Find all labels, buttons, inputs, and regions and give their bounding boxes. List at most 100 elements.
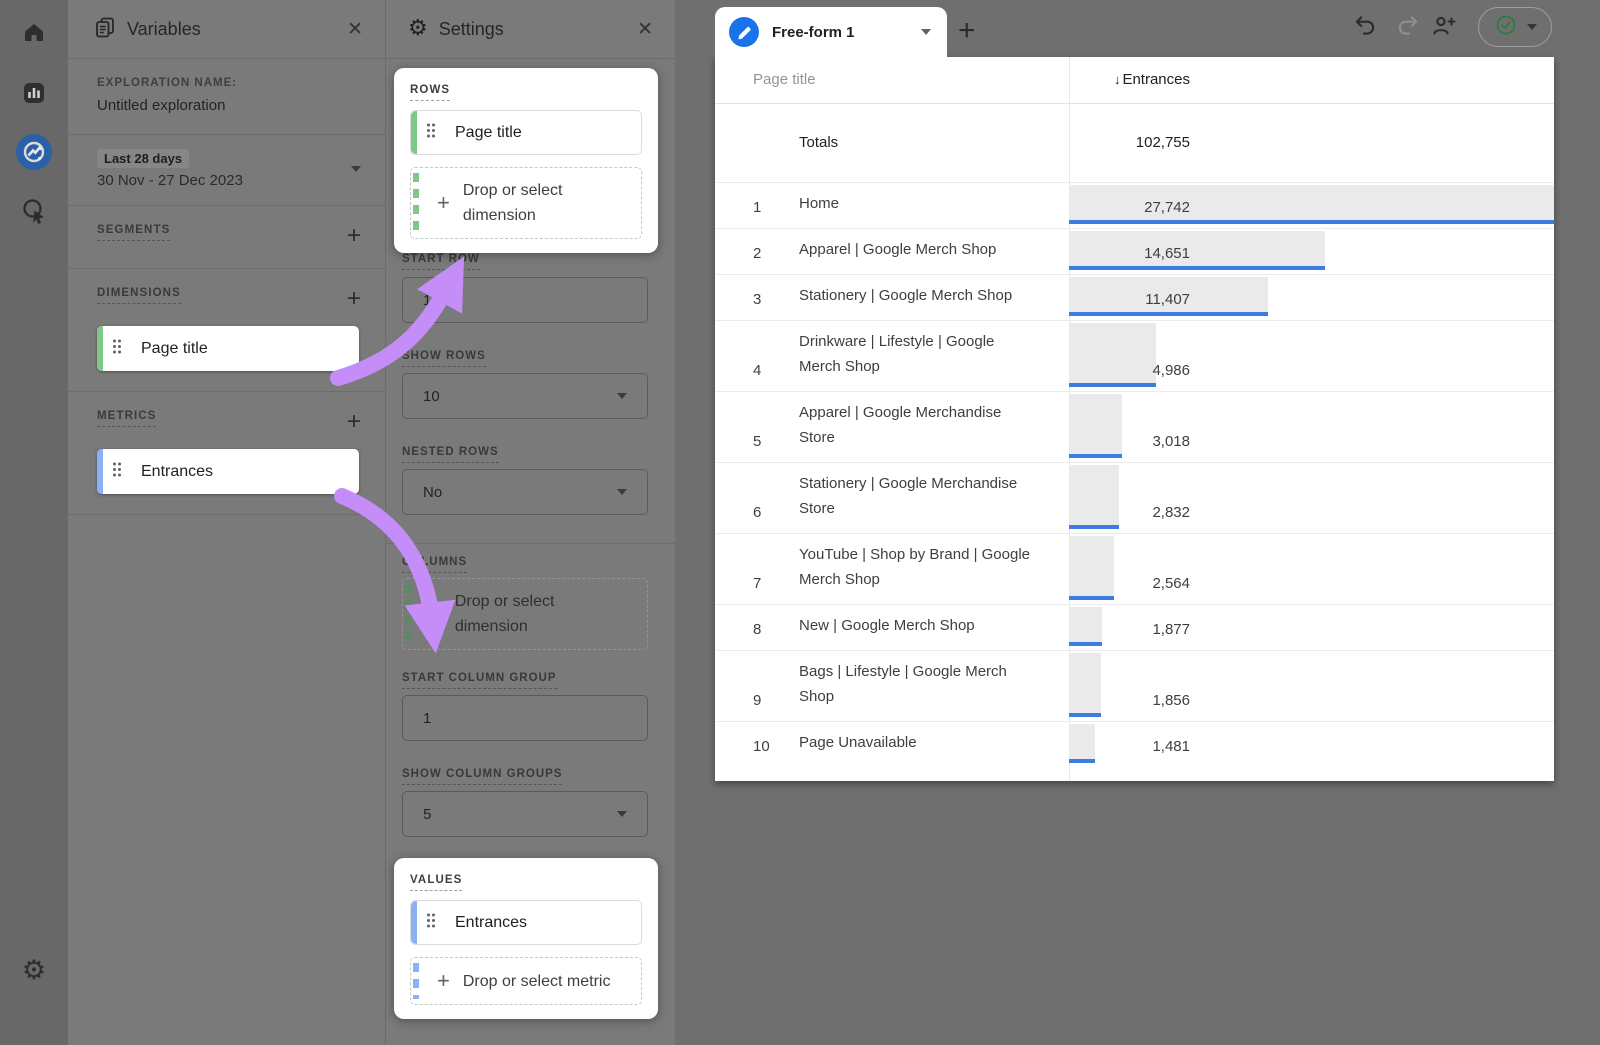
row-value: 1,877: [1152, 621, 1190, 638]
dropzone-color-bar: [413, 173, 419, 233]
dropzone-plus-icon: +: [437, 968, 450, 994]
saved-status-button[interactable]: [1478, 7, 1552, 47]
dimension-color-bar: [411, 111, 417, 154]
table-row[interactable]: 4 Drinkware | Lifestyle | Google Merch S…: [715, 320, 1554, 391]
nested-rows-select[interactable]: No: [402, 469, 648, 515]
tab-free-form-1[interactable]: Free-form 1: [715, 7, 947, 57]
row-value: 2,832: [1152, 504, 1190, 521]
show-column-groups-select[interactable]: 5: [402, 791, 648, 837]
table-row[interactable]: 5 Apparel | Google Merchandise Store 3,0…: [715, 391, 1554, 462]
metric-color-bar: [97, 449, 103, 494]
row-databar-underline: [1069, 642, 1102, 646]
drag-handle-icon[interactable]: [112, 461, 122, 482]
table-row[interactable]: 8 New | Google Merch Shop 1,877: [715, 604, 1554, 650]
drag-handle-icon[interactable]: [426, 912, 436, 933]
row-value: 2,564: [1152, 575, 1190, 592]
row-databar-underline: [1069, 312, 1268, 316]
row-databar: [1069, 465, 1119, 525]
add-metric-icon[interactable]: +: [347, 410, 361, 434]
row-rank: 5: [715, 433, 799, 450]
exploration-name-value[interactable]: Untitled exploration: [97, 97, 361, 114]
row-value: 27,742: [1144, 199, 1190, 216]
dropzone-color-bar: [405, 584, 411, 644]
dropzone-plus-icon: +: [437, 190, 450, 216]
ga4-explorations-screen: ⚙ Variables ✕ EXPLORATION NAME: Untitled…: [0, 0, 1600, 1045]
exploration-name-label: EXPLORATION NAME:: [97, 77, 361, 89]
saved-status-caret-icon: [1527, 24, 1537, 30]
rows-dimension-chip[interactable]: Page title: [410, 110, 642, 155]
row-title: Apparel | Google Merchandise Store: [799, 400, 1039, 450]
table-row[interactable]: 2 Apparel | Google Merch Shop 14,651: [715, 228, 1554, 274]
add-tab-button[interactable]: +: [958, 14, 976, 48]
table-row[interactable]: 9 Bags | Lifestyle | Google Merch Shop 1…: [715, 650, 1554, 721]
columns-dropzone[interactable]: + Drop or select dimension: [402, 578, 648, 650]
table-row[interactable]: 3 Stationery | Google Merch Shop 11,407: [715, 274, 1554, 320]
row-title: Bags | Lifestyle | Google Merch Shop: [799, 659, 1039, 709]
table-row[interactable]: 7 YouTube | Shop by Brand | Google Merch…: [715, 533, 1554, 604]
explore-icon[interactable]: [16, 134, 52, 170]
undo-icon[interactable]: [1352, 13, 1378, 44]
check-circle-icon: [1494, 13, 1518, 42]
start-row-input[interactable]: 1: [402, 277, 648, 323]
exploration-name-section[interactable]: EXPLORATION NAME: Untitled exploration: [68, 59, 385, 135]
date-range-value: 30 Nov - 27 Dec 2023: [97, 172, 243, 189]
variables-close-icon[interactable]: ✕: [347, 18, 363, 41]
advertising-icon[interactable]: [20, 197, 48, 225]
row-title: YouTube | Shop by Brand | Google Merch S…: [799, 542, 1039, 592]
start-column-group-input[interactable]: 1: [402, 695, 648, 741]
row-value: 1,481: [1152, 738, 1190, 755]
metric-chip-entrances[interactable]: Entrances: [97, 449, 359, 494]
start-column-group-label: START COLUMN GROUP: [402, 672, 557, 689]
start-column-group-value: 1: [423, 710, 431, 727]
row-databar: [1069, 394, 1122, 454]
drag-handle-icon[interactable]: [112, 338, 122, 359]
share-users-icon[interactable]: [1430, 12, 1458, 45]
redo-icon[interactable]: [1395, 13, 1421, 44]
row-title: Page Unavailable: [799, 730, 1039, 755]
admin-gear-icon[interactable]: ⚙: [22, 957, 46, 984]
add-dimension-icon[interactable]: +: [347, 287, 361, 311]
metric-chip-label: Entrances: [141, 463, 213, 481]
home-icon[interactable]: [21, 20, 47, 46]
row-value: 1,856: [1152, 692, 1190, 709]
values-label: VALUES: [410, 874, 462, 891]
show-rows-select[interactable]: 10: [402, 373, 648, 419]
variables-panel: Variables ✕ EXPLORATION NAME: Untitled e…: [68, 0, 385, 1045]
show-rows-value: 10: [423, 388, 440, 405]
dimension-chip-page-title[interactable]: Page title: [97, 326, 359, 371]
row-databar-underline: [1069, 454, 1122, 458]
row-title: Apparel | Google Merch Shop: [799, 237, 1039, 262]
tab-menu-caret-icon[interactable]: [921, 29, 931, 35]
column-header-entrances[interactable]: ↓Entrances: [1114, 57, 1190, 103]
rows-label: ROWS: [410, 84, 450, 101]
table-row[interactable]: 6 Stationery | Google Merchandise Store …: [715, 462, 1554, 533]
values-dropzone[interactable]: + Drop or select metric: [410, 957, 642, 1005]
row-rank: 10: [715, 738, 799, 755]
row-rank: 7: [715, 575, 799, 592]
column-header-page-title[interactable]: Page title: [753, 57, 816, 103]
reports-icon[interactable]: [21, 80, 47, 106]
select-caret-icon: [617, 811, 627, 817]
variables-panel-header: Variables ✕: [68, 0, 385, 59]
table-header: Page title ↓Entrances: [715, 57, 1554, 104]
row-rank: 8: [715, 621, 799, 638]
rows-dropzone[interactable]: + Drop or select dimension: [410, 167, 642, 239]
date-range-preset: Last 28 days: [97, 149, 189, 168]
table-body: 1 Home 27,742 2 Apparel | Google Merch S…: [715, 182, 1554, 767]
table-row[interactable]: 1 Home 27,742: [715, 182, 1554, 228]
start-row-label: START ROW: [402, 253, 480, 270]
values-metric-chip[interactable]: Entrances: [410, 900, 642, 945]
settings-gear-icon: ⚙: [408, 18, 428, 40]
table-row[interactable]: 10 Page Unavailable 1,481: [715, 721, 1554, 767]
settings-close-icon[interactable]: ✕: [637, 18, 653, 41]
drag-handle-icon[interactable]: [426, 122, 436, 143]
show-column-groups-label: SHOW COLUMN GROUPS: [402, 768, 562, 785]
add-segment-icon[interactable]: +: [347, 224, 361, 248]
rows-settings-card: ROWS Page title + Drop or select dimensi…: [394, 68, 658, 253]
date-range-selector[interactable]: Last 28 days 30 Nov - 27 Dec 2023: [68, 135, 385, 206]
row-rank: 2: [715, 245, 799, 262]
totals-value: 102,755: [1136, 104, 1190, 182]
sort-desc-icon: ↓: [1114, 72, 1121, 87]
show-rows-label: SHOW ROWS: [402, 350, 486, 367]
pencil-icon: [729, 17, 759, 47]
